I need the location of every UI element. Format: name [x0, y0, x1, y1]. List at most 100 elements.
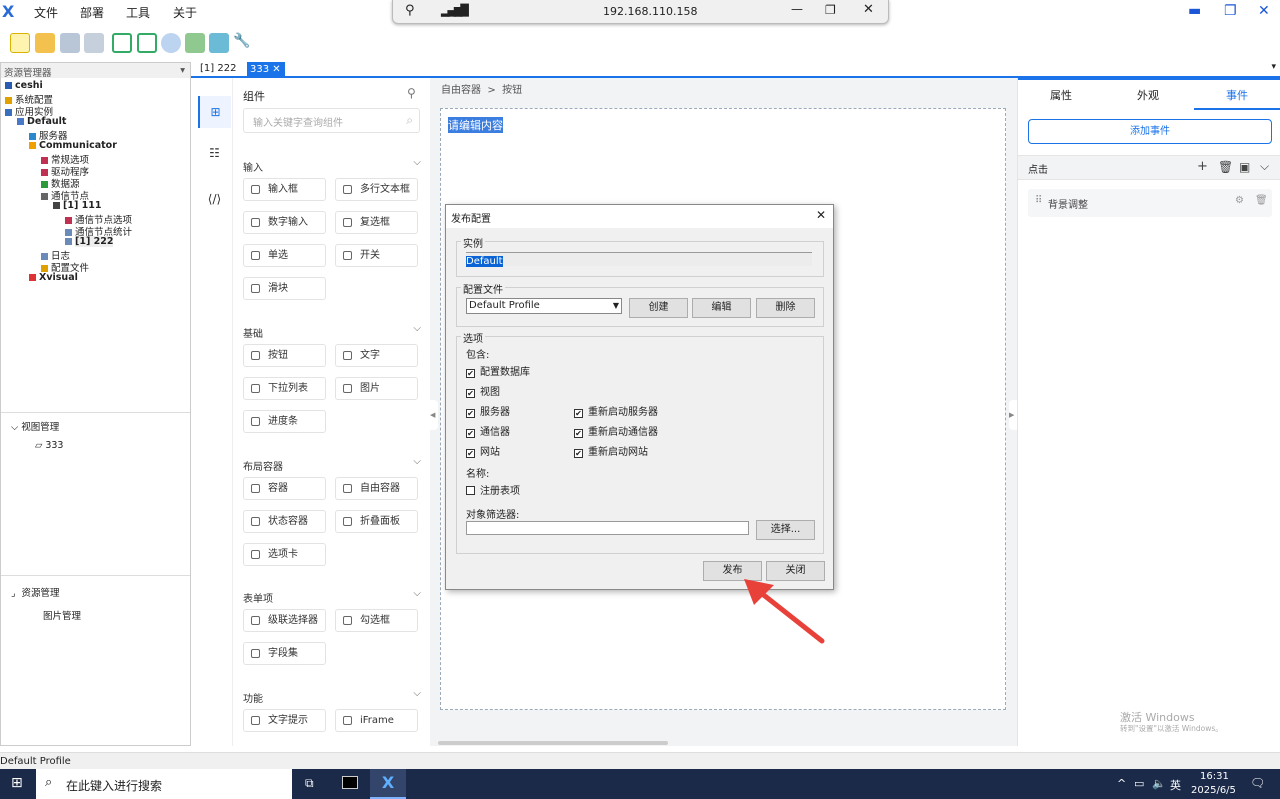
filter-input[interactable] [466, 521, 749, 535]
component-item[interactable]: 文字 [335, 344, 418, 367]
include-checkbox[interactable]: ✔ 重新启动服务器 [574, 403, 658, 418]
tree-node[interactable]: Default [17, 116, 66, 127]
settings-icon[interactable]: ⚙ [1235, 195, 1244, 206]
delete-button[interactable]: 删除 [756, 298, 815, 318]
chevron-down-icon[interactable]: ⌵ [1260, 159, 1269, 174]
add-icon[interactable] [209, 33, 229, 53]
tree-node[interactable]: Communicator [29, 140, 117, 151]
component-item[interactable]: 复选框 [335, 211, 418, 234]
component-item[interactable]: 自由容器 [335, 477, 418, 500]
terminal-app-icon[interactable] [342, 776, 358, 789]
clock-date[interactable]: 2025/6/5 [1191, 785, 1236, 796]
unpin-icon[interactable]: ⚲ [405, 3, 415, 18]
tab-menu-icon[interactable]: ▾ [1271, 62, 1276, 72]
include-checkbox[interactable]: ✔ 视图 [466, 383, 500, 398]
close-icon[interactable]: ✕ [1258, 3, 1270, 19]
pin-icon[interactable]: ⚲ [407, 86, 416, 100]
component-item[interactable]: 数字输入 [243, 211, 326, 234]
component-item[interactable]: 多行文本框 [335, 178, 418, 201]
component-group-header[interactable]: 布局容器 ⌵ [243, 456, 421, 473]
menu-tools[interactable]: 工具 [126, 4, 150, 21]
chevron-down-icon[interactable]: ⌵ [413, 588, 421, 599]
include-checkbox[interactable]: ✔ 服务器 [466, 403, 510, 418]
new-icon[interactable] [10, 33, 30, 53]
remote-restore-icon[interactable]: ❐ [825, 3, 836, 17]
windows-start-icon[interactable]: ⊞ [11, 775, 23, 791]
dialog-close-icon[interactable]: ✕ [816, 208, 826, 222]
minimize-icon[interactable]: ▬ [1188, 3, 1201, 19]
app-taskbar-icon[interactable]: X [370, 769, 406, 799]
profile-select[interactable]: Default Profile ▼ [466, 298, 622, 314]
component-item[interactable]: 折叠面板 [335, 510, 418, 533]
trash-icon[interactable]: 🗑 [1218, 160, 1233, 174]
component-item[interactable]: 按钮 [243, 344, 326, 367]
component-item[interactable]: 开关 [335, 244, 418, 267]
settings-window-icon[interactable]: ▣ [1239, 160, 1250, 174]
chevron-down-icon[interactable]: ⌵ [413, 688, 421, 699]
component-item[interactable]: 状态容器 [243, 510, 326, 533]
edit-button[interactable]: 编辑 [692, 298, 751, 318]
volume-icon[interactable]: 🔈 [1152, 777, 1166, 790]
help-icon[interactable] [161, 33, 181, 53]
component-item[interactable]: 下拉列表 [243, 377, 326, 400]
collapse-left-icon[interactable]: ◀ [430, 400, 438, 430]
component-item[interactable]: 进度条 [243, 410, 326, 433]
component-group-header[interactable]: 基础 ⌵ [243, 323, 421, 340]
registry-checkbox[interactable]: 注册表项 [466, 482, 520, 497]
create-button[interactable]: 创建 [629, 298, 688, 318]
include-checkbox[interactable]: ✔ 重新启动通信器 [574, 423, 658, 438]
components-grid-icon[interactable]: ⊞ [198, 96, 231, 128]
menu-deploy[interactable]: 部署 [80, 4, 104, 21]
network-icon[interactable]: ▭ [1134, 777, 1144, 790]
deploy-icon[interactable] [185, 33, 205, 53]
component-item[interactable]: 级联选择器 [243, 609, 326, 632]
resources-header[interactable]: ⌟ 资源管理 [11, 585, 60, 599]
save-icon[interactable] [60, 33, 80, 53]
outline-icon[interactable]: ☷ [198, 146, 231, 160]
tab-appearance[interactable]: 外观 [1137, 87, 1159, 103]
component-group-header[interactable]: 输入 ⌵ [243, 157, 421, 174]
menu-file[interactable]: 文件 [34, 4, 58, 21]
chevron-down-icon[interactable]: ⌵ [413, 157, 421, 168]
select-button[interactable]: 选择... [756, 520, 815, 540]
panel-menu-icon[interactable]: ▾ [180, 65, 185, 76]
component-item[interactable]: 选项卡 [243, 543, 326, 566]
component-item[interactable]: 字段集 [243, 642, 326, 665]
tab-properties[interactable]: 属性 [1050, 87, 1072, 103]
view-item[interactable]: ▱ 333 [35, 440, 63, 451]
include-checkbox[interactable]: ✔ 配置数据库 [466, 363, 530, 378]
horizontal-scrollbar[interactable] [438, 741, 668, 745]
component-group-header[interactable]: 表单项 ⌵ [243, 588, 421, 605]
tab-close-icon[interactable]: ✕ [272, 64, 280, 75]
chevron-down-icon[interactable]: ⌵ [413, 456, 421, 467]
tree-node[interactable]: ceshi [5, 80, 43, 91]
component-item[interactable]: 容器 [243, 477, 326, 500]
restore-icon[interactable]: ❐ [1224, 3, 1237, 19]
canvas-text[interactable]: 请编辑内容 [448, 117, 503, 133]
plus-icon[interactable]: + [1197, 159, 1208, 174]
notifications-icon[interactable]: 🗨 [1250, 776, 1265, 790]
tree-node[interactable]: Xvisual [29, 272, 78, 283]
tab-events[interactable]: 事件 [1226, 87, 1248, 103]
delete-icon[interactable]: 🗑 [1255, 195, 1268, 206]
component-item[interactable]: 勾选框 [335, 609, 418, 632]
remote-minimize-icon[interactable]: — [791, 2, 803, 16]
include-checkbox[interactable]: ✔ 通信器 [466, 423, 510, 438]
tree-node[interactable]: [1] 222 [65, 236, 114, 247]
include-checkbox[interactable]: ✔ 重新启动网站 [574, 443, 648, 458]
ime-indicator[interactable]: 英 [1170, 777, 1181, 793]
component-item[interactable]: 单选 [243, 244, 326, 267]
component-item[interactable]: 图片 [335, 377, 418, 400]
component-item[interactable]: 滑块 [243, 277, 326, 300]
remote-close-icon[interactable]: ✕ [863, 2, 874, 17]
tools-icon[interactable]: 🔧 [233, 33, 253, 53]
views-header[interactable]: ⌵ 视图管理 [11, 419, 59, 433]
resource-item[interactable]: 图片管理 [43, 608, 81, 622]
drag-handle-icon[interactable]: ⠿ [1035, 195, 1042, 206]
menu-about[interactable]: 关于 [173, 4, 197, 21]
upload-icon[interactable] [112, 33, 132, 53]
task-view-icon[interactable]: ⧉ [305, 776, 314, 791]
collapse-right-icon[interactable]: ▶ [1009, 400, 1017, 430]
chevron-down-icon[interactable]: ⌵ [413, 323, 421, 334]
save-all-icon[interactable] [84, 33, 104, 53]
